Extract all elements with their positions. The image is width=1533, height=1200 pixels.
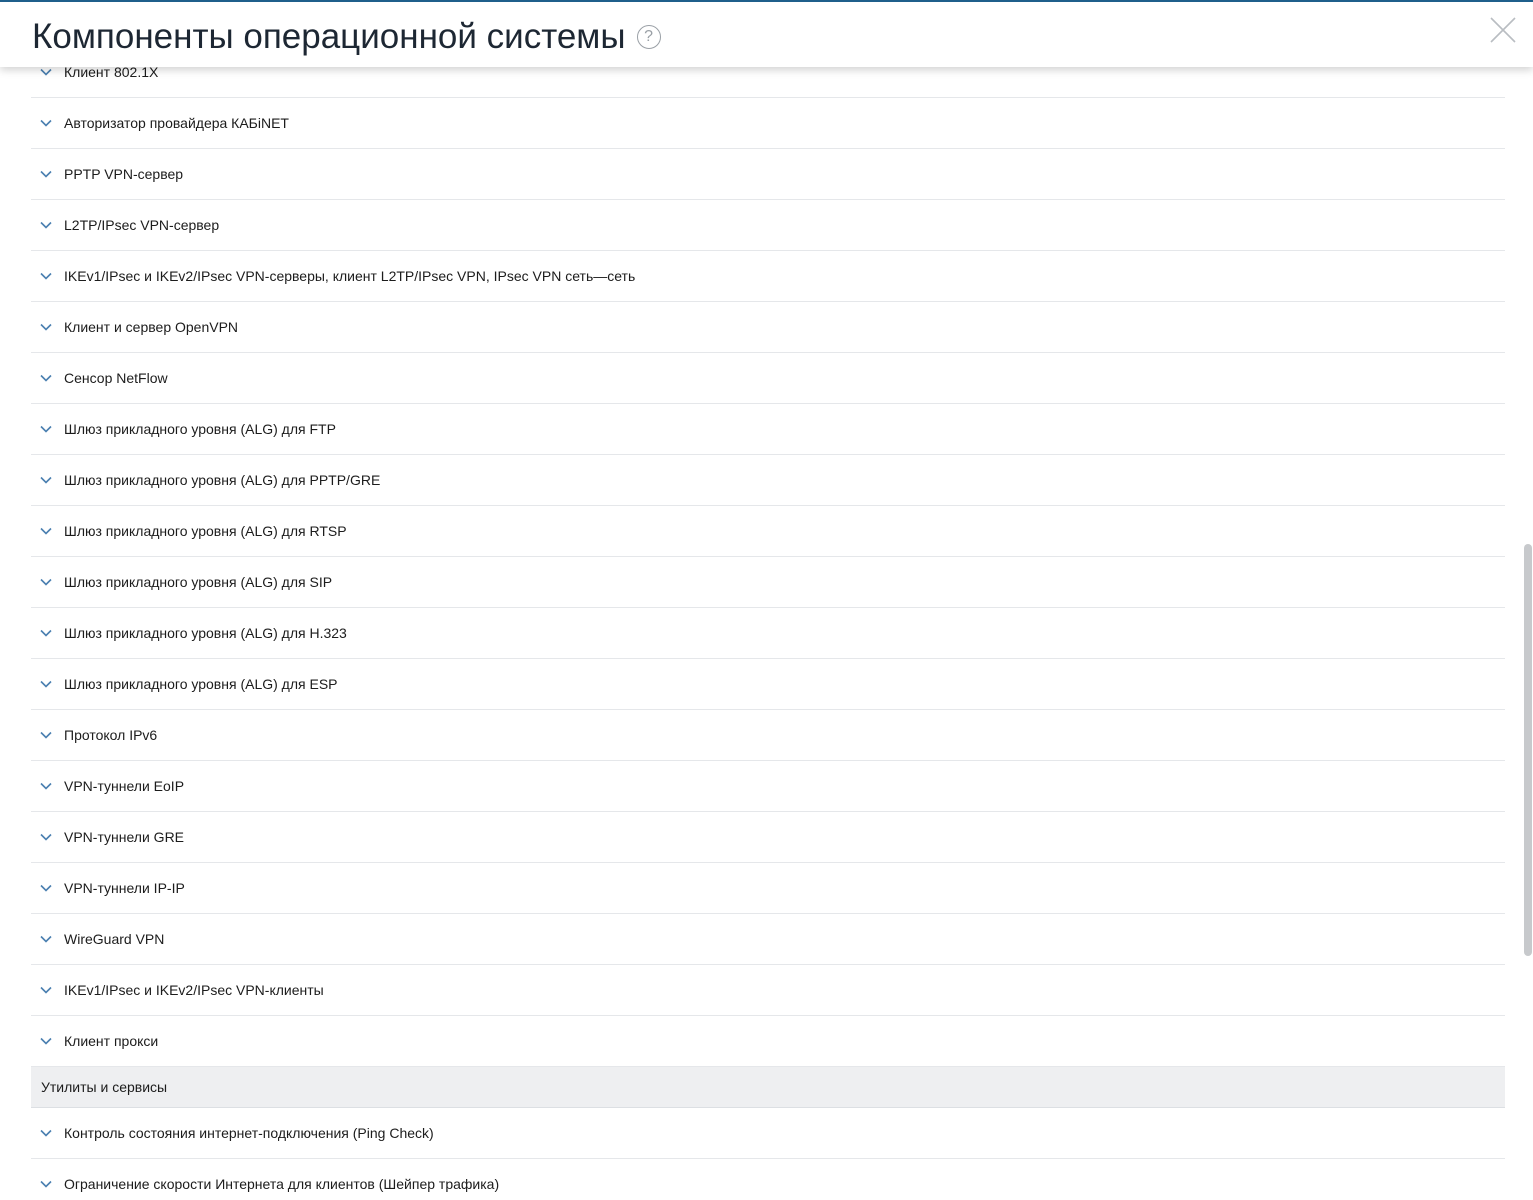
list-item[interactable]: IKEv1/IPsec и IKEv2/IPsec VPN-клиенты [31, 965, 1505, 1016]
close-button[interactable] [1490, 17, 1516, 43]
list-item[interactable]: WireGuard VPN [31, 914, 1505, 965]
list-item[interactable]: VPN-туннели EoIP [31, 761, 1505, 812]
list-item[interactable]: Авторизатор провайдера КАБiNET [31, 98, 1505, 149]
list-item-label: Шлюз прикладного уровня (ALG) для H.323 [64, 625, 347, 641]
section-header-utilities: Утилиты и сервисы [31, 1067, 1505, 1108]
list-item-label: Клиент и сервер OpenVPN [64, 319, 239, 335]
close-icon [1490, 17, 1516, 43]
list-item-label: PPTP VPN-сервер [64, 166, 184, 182]
list-item[interactable]: Шлюз прикладного уровня (ALG) для FTP [31, 404, 1505, 455]
list-item-label: Шлюз прикладного уровня (ALG) для RTSP [64, 523, 347, 539]
list-item-label: IKEv1/IPsec и IKEv2/IPsec VPN-клиенты [64, 982, 324, 998]
chevron-down-icon [40, 884, 52, 892]
list-item[interactable]: Ограничение скорости Интернета для клиен… [31, 1159, 1505, 1200]
page-title-wrap: Компоненты операционной системы ? [32, 14, 661, 60]
list-item[interactable]: VPN-туннели GRE [31, 812, 1505, 863]
list-item[interactable]: Клиент прокси [31, 1016, 1505, 1067]
chevron-down-icon [40, 119, 52, 127]
list-item-label: Шлюз прикладного уровня (ALG) для SIP [64, 574, 333, 590]
chevron-down-icon [40, 68, 52, 76]
chevron-down-icon [40, 374, 52, 382]
list-item[interactable]: Шлюз прикладного уровня (ALG) для RTSP [31, 506, 1505, 557]
chevron-down-icon [40, 323, 52, 331]
chevron-down-icon [40, 272, 52, 280]
chevron-down-icon [40, 782, 52, 790]
list-item-label: VPN-туннели EoIP [64, 778, 185, 794]
list-item[interactable]: PPTP VPN-сервер [31, 149, 1505, 200]
list-item-label: VPN-туннели GRE [64, 829, 185, 845]
page-title: Компоненты операционной системы [32, 17, 626, 56]
chevron-down-icon [40, 986, 52, 994]
list-item-label: Сенсор NetFlow [64, 370, 168, 386]
components-dialog: Клиент 802.1X Авторизатор провайдера КАБ… [0, 0, 1533, 1200]
chevron-down-icon [40, 935, 52, 943]
chevron-down-icon [40, 221, 52, 229]
list-item[interactable]: Шлюз прикладного уровня (ALG) для H.323 [31, 608, 1505, 659]
list-item-label: Шлюз прикладного уровня (ALG) для FTP [64, 421, 336, 437]
list-item-label: L2TP/IPsec VPN-сервер [64, 217, 220, 233]
list-item[interactable]: VPN-туннели IP-IP [31, 863, 1505, 914]
list-item-label: IKEv1/IPsec и IKEv2/IPsec VPN-серверы, к… [64, 268, 636, 284]
list-item-label: Контроль состояния интернет-подключения … [64, 1125, 434, 1141]
accent-line [0, 0, 1533, 2]
chevron-down-icon [40, 629, 52, 637]
chevron-down-icon [40, 170, 52, 178]
chevron-down-icon [40, 1129, 52, 1137]
chevron-down-icon [40, 1180, 52, 1188]
list-item[interactable]: Шлюз прикладного уровня (ALG) для PPTP/G… [31, 455, 1505, 506]
chevron-down-icon [40, 833, 52, 841]
list-item[interactable]: Контроль состояния интернет-подключения … [31, 1108, 1505, 1159]
chevron-down-icon [40, 731, 52, 739]
list-item-label: Клиент прокси [64, 1033, 159, 1049]
dialog-header: Компоненты операционной системы ? [0, 0, 1533, 67]
list-item[interactable]: Шлюз прикладного уровня (ALG) для ESP [31, 659, 1505, 710]
list-item-label: Ограничение скорости Интернета для клиен… [64, 1176, 500, 1192]
scrollbar-thumb[interactable] [1524, 544, 1532, 956]
chevron-down-icon [40, 1037, 52, 1045]
list-item-label: Авторизатор провайдера КАБiNET [64, 115, 289, 131]
chevron-down-icon [40, 680, 52, 688]
list-item-label: Шлюз прикладного уровня (ALG) для ESP [64, 676, 338, 692]
list-item[interactable]: Клиент и сервер OpenVPN [31, 302, 1505, 353]
list-item[interactable]: Шлюз прикладного уровня (ALG) для SIP [31, 557, 1505, 608]
components-list: Клиент 802.1X Авторизатор провайдера КАБ… [31, 47, 1505, 1200]
chevron-down-icon [40, 578, 52, 586]
list-item-label: Шлюз прикладного уровня (ALG) для PPTP/G… [64, 472, 381, 488]
list-item[interactable]: Сенсор NetFlow [31, 353, 1505, 404]
chevron-down-icon [40, 476, 52, 484]
chevron-down-icon [40, 527, 52, 535]
list-item-label: WireGuard VPN [64, 931, 165, 947]
list-item[interactable]: Протокол IPv6 [31, 710, 1505, 761]
chevron-down-icon [40, 425, 52, 433]
list-item[interactable]: L2TP/IPsec VPN-сервер [31, 200, 1505, 251]
list-item-label: VPN-туннели IP-IP [64, 880, 185, 896]
question-circle-icon[interactable]: ? [636, 25, 661, 49]
list-item[interactable]: IKEv1/IPsec и IKEv2/IPsec VPN-серверы, к… [31, 251, 1505, 302]
list-item-label: Протокол IPv6 [64, 727, 158, 743]
